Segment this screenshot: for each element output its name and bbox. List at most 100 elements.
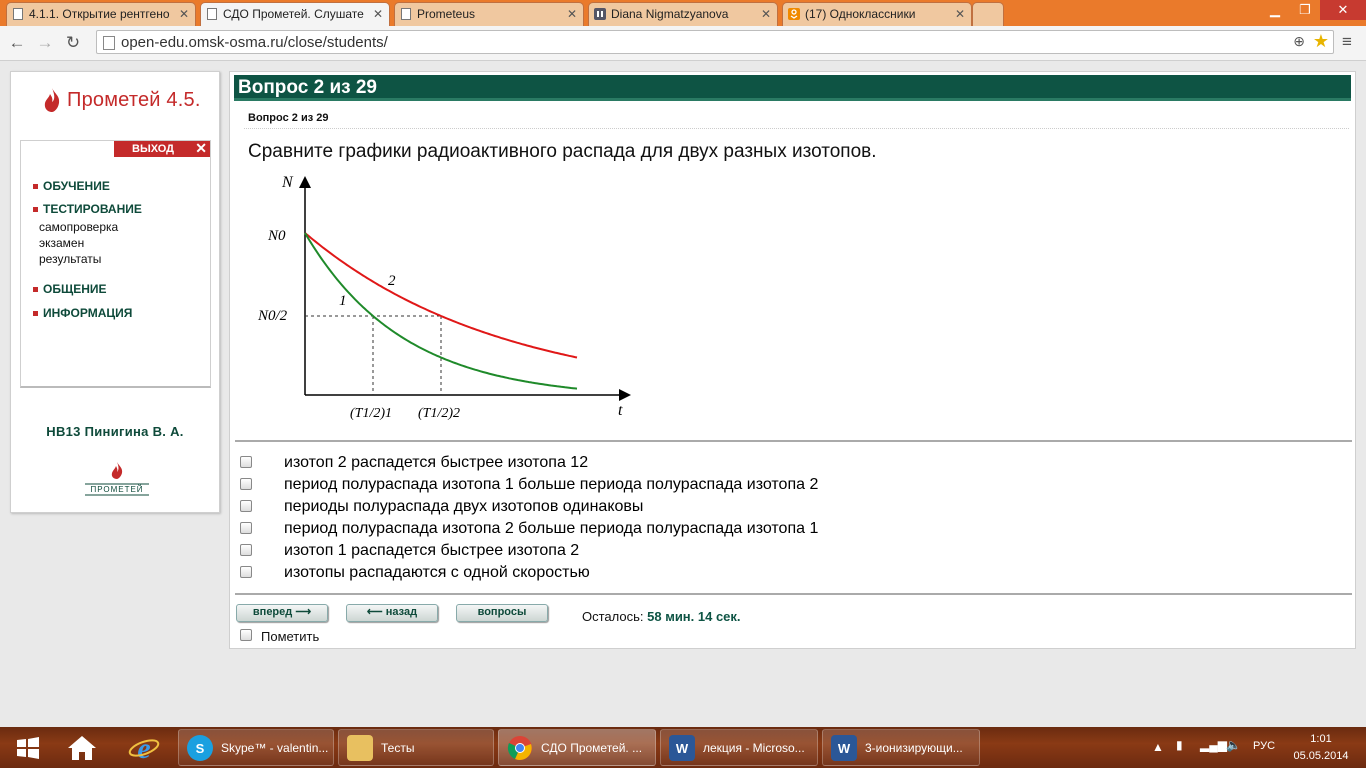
- browser-tab-bar: 4.1.1. Открытие рентгено ✕ СДО Прометей.…: [0, 0, 1366, 26]
- question-subheader: Вопрос 2 из 29: [248, 112, 329, 124]
- tab-title: (17) Одноклассники: [805, 7, 916, 21]
- answer-checkbox[interactable]: [240, 500, 252, 512]
- address-bar[interactable]: open-edu.omsk-osma.ru/close/students/ ⊕ …: [96, 30, 1334, 54]
- small-logo-text: ПРОМЕТЕЙ: [90, 485, 143, 494]
- taskbar-item-word-lecture[interactable]: W лекция - Microso...: [660, 729, 818, 766]
- word-icon: W: [831, 735, 857, 761]
- series-2-label: 2: [388, 273, 396, 289]
- question-panel: Вопрос 2 из 29 Вопрос 2 из 29 Сравните г…: [229, 71, 1356, 649]
- sidebar-item-label: ИНФОРМАЦИЯ: [43, 306, 133, 320]
- chrome-icon: [507, 735, 533, 761]
- restore-icon[interactable]: ❐: [1290, 0, 1320, 20]
- tab-close-icon[interactable]: ✕: [761, 3, 771, 25]
- forward-button[interactable]: вперед ⟶: [236, 604, 328, 622]
- svg-text:e: e: [137, 733, 150, 763]
- exit-button[interactable]: ВЫХОД ✕: [114, 140, 210, 157]
- tab-title: СДО Прометей. Слушате: [223, 7, 364, 21]
- browser-toolbar: ← → ↻ open-edu.omsk-osma.ru/close/studen…: [0, 26, 1366, 61]
- answer-checkbox[interactable]: [240, 478, 252, 490]
- decay-chart: N t N0 N0/2 2 1 (T1/2)1 (T1/2)2: [257, 174, 631, 421]
- taskbar-item-folder[interactable]: Тесты: [338, 729, 494, 766]
- tab-close-icon[interactable]: ✕: [179, 3, 189, 25]
- back-arrow-icon[interactable]: ←: [6, 32, 28, 54]
- sidebar-item-label: ТЕСТИРОВАНИЕ: [43, 202, 142, 216]
- arrow-left-icon: ⟵: [366, 606, 383, 618]
- tab-title: Prometeus: [417, 7, 476, 21]
- answer-text: изотоп 2 распадется быстрее изотопа 12: [284, 454, 589, 471]
- mark-label[interactable]: Пометить: [261, 629, 319, 644]
- answer-text: период полураспада изотопа 2 больше пери…: [284, 520, 819, 537]
- time-remaining-value: 58 мин. 14 сек.: [647, 609, 741, 624]
- sidebar-item-information[interactable]: ИНФОРМАЦИЯ: [33, 306, 132, 320]
- taskbar-item-word-ionizing[interactable]: W 3-ионизирующи...: [822, 729, 980, 766]
- back-label: назад: [385, 606, 418, 618]
- tab-close-icon[interactable]: ✕: [955, 3, 965, 25]
- back-button[interactable]: ⟵ назад: [346, 604, 438, 622]
- page-icon: [103, 36, 115, 50]
- flame-icon: [111, 462, 123, 479]
- time-remaining-label: Осталось:: [582, 609, 644, 624]
- taskbar-item-chrome[interactable]: СДО Прометей. ...: [498, 729, 656, 766]
- power-icon[interactable]: ▮: [1176, 738, 1183, 752]
- browser-tab-5[interactable]: (17) Одноклассники ✕: [782, 2, 972, 26]
- browser-tab-4[interactable]: Diana Nigmatzyanova ✕: [588, 2, 778, 26]
- answer-text: период полураспада изотопа 1 больше пери…: [284, 476, 819, 493]
- sidebar-item-learning[interactable]: ОБУЧЕНИЕ: [33, 179, 110, 193]
- browser-tab-1[interactable]: 4.1.1. Открытие рентгено ✕: [6, 2, 196, 26]
- show-hidden-icons-icon[interactable]: ▲: [1152, 740, 1164, 754]
- home-icon[interactable]: [60, 727, 104, 768]
- answer-checkbox[interactable]: [240, 522, 252, 534]
- taskbar-item-label: лекция - Microso...: [703, 741, 805, 755]
- sidebar-subitem-exam[interactable]: экзамен: [39, 236, 84, 250]
- internet-explorer-icon[interactable]: e: [122, 727, 166, 768]
- y-tick-n0-half: N0/2: [257, 308, 288, 324]
- windows-start-icon[interactable]: [8, 727, 48, 768]
- bookmark-star-icon[interactable]: ★: [1313, 31, 1329, 52]
- clock-date: 05.05.2014: [1293, 750, 1349, 762]
- flame-icon: [44, 88, 60, 112]
- language-indicator[interactable]: РУС: [1253, 740, 1275, 752]
- sidebar-item-testing[interactable]: ТЕСТИРОВАНИЕ: [33, 202, 142, 216]
- page-icon: [400, 8, 412, 20]
- exit-label: ВЫХОД: [132, 143, 175, 155]
- url-text[interactable]: open-edu.omsk-osma.ru/close/students/: [121, 34, 388, 51]
- sidebar-item-communication[interactable]: ОБЩЕНИЕ: [33, 282, 107, 296]
- minimize-icon[interactable]: ▁: [1260, 0, 1290, 20]
- network-icon[interactable]: ▂▄▆: [1200, 738, 1227, 752]
- reload-icon[interactable]: ↻: [62, 32, 84, 54]
- page-icon: [206, 8, 218, 20]
- x-tick-half-life-1: (T1/2)1: [350, 406, 392, 421]
- answer-text: изотоп 1 распадется быстрее изотопа 2: [284, 542, 580, 559]
- zoom-icon[interactable]: ⊕: [1293, 33, 1305, 50]
- questions-button[interactable]: вопросы: [456, 604, 548, 622]
- time-remaining: Осталось: 58 мин. 14 сек.: [582, 609, 741, 624]
- bullet-icon: [33, 206, 38, 212]
- volume-muted-icon[interactable]: 🔈: [1226, 738, 1241, 752]
- bullet-icon: [33, 183, 38, 189]
- answer-text: изотопы распадаются с одной скоростью: [284, 564, 590, 581]
- pause-icon: [594, 8, 606, 20]
- tab-close-icon[interactable]: ✕: [567, 3, 577, 25]
- sidebar: Прометей 4.5. ВЫХОД ✕ ОБУЧЕНИЕ ТЕСТИРОВА…: [10, 71, 220, 513]
- x-axis-label: t: [618, 402, 623, 419]
- user-name: НВ13 Пинигина В. А.: [46, 424, 184, 439]
- answer-checkbox[interactable]: [240, 566, 252, 578]
- tab-title: 4.1.1. Открытие рентгено: [29, 7, 170, 21]
- sidebar-subitem-results[interactable]: результаты: [39, 252, 101, 266]
- system-clock[interactable]: 1:01 05.05.2014: [1290, 731, 1352, 765]
- tab-close-icon[interactable]: ✕: [373, 3, 383, 25]
- close-window-icon[interactable]: ✕: [1320, 0, 1366, 20]
- new-tab-button[interactable]: [972, 2, 1004, 26]
- browser-tab-3[interactable]: Prometeus ✕: [394, 2, 584, 26]
- answer-checkbox[interactable]: [240, 456, 252, 468]
- answer-text: периоды полураспада двух изотопов одинак…: [284, 498, 644, 515]
- browser-tab-2[interactable]: СДО Прометей. Слушате ✕: [200, 2, 390, 26]
- mark-checkbox[interactable]: [240, 629, 252, 641]
- forward-arrow-icon[interactable]: →: [34, 32, 56, 54]
- taskbar-item-skype[interactable]: S Skype™ - valentin...: [178, 729, 334, 766]
- answer-checkbox[interactable]: [240, 544, 252, 556]
- prometey-logo[interactable]: Прометей 4.5.: [41, 86, 201, 114]
- questions-label: вопросы: [477, 606, 527, 618]
- sidebar-subitem-selfcheck[interactable]: самопроверка: [39, 220, 118, 234]
- menu-icon[interactable]: ≡: [1342, 32, 1352, 52]
